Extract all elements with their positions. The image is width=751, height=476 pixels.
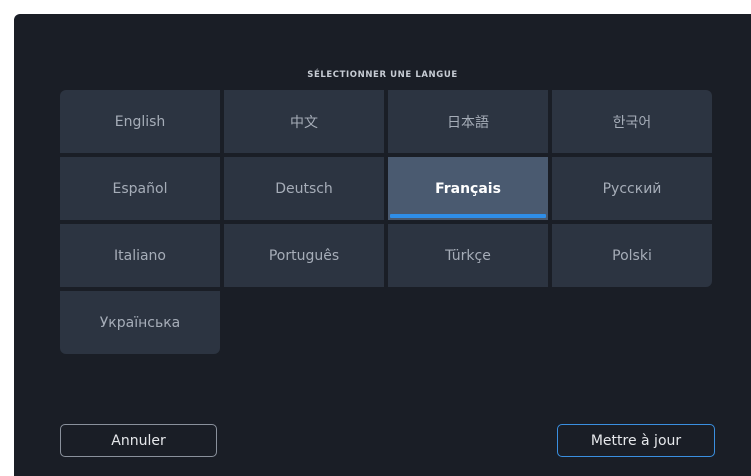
cancel-button[interactable]: Annuler [60,424,217,457]
language-label: Русский [602,180,662,197]
language-label: Українська [99,314,181,331]
language-tile-chinese[interactable]: 中文 [224,90,384,153]
language-label: Français [435,180,501,197]
language-label: 日本語 [447,114,489,131]
language-selection-screen: SÉLECTIONNER UNE LANGUE English 中文 日本語 한… [14,14,751,476]
language-tile-polish[interactable]: Polski [552,224,712,287]
language-tile-english[interactable]: English [60,90,220,153]
language-label: Español [112,180,168,197]
language-label: Italiano [114,247,166,264]
update-button[interactable]: Mettre à jour [557,424,715,457]
language-tile-korean[interactable]: 한국어 [552,90,712,153]
language-tile-turkish[interactable]: Türkçe [388,224,548,287]
language-tile-spanish[interactable]: Español [60,157,220,220]
language-label: Deutsch [275,180,333,197]
dialog-title: SÉLECTIONNER UNE LANGUE [307,70,458,80]
language-tile-french[interactable]: Français [388,157,548,220]
language-label: Türkçe [445,247,491,264]
language-tile-russian[interactable]: Русский [552,157,712,220]
language-tile-japanese[interactable]: 日本語 [388,90,548,153]
language-label: 中文 [290,114,318,131]
language-tile-ukrainian[interactable]: Українська [60,291,220,354]
language-tile-german[interactable]: Deutsch [224,157,384,220]
language-grid: English 中文 日本語 한국어 Español Deutsch Franç… [60,90,716,354]
language-tile-italian[interactable]: Italiano [60,224,220,287]
language-label: Polski [612,247,652,264]
language-label: Português [268,247,340,264]
language-tile-portuguese[interactable]: Português [224,224,384,287]
language-label: 한국어 [612,114,652,131]
language-label: English [114,113,166,130]
